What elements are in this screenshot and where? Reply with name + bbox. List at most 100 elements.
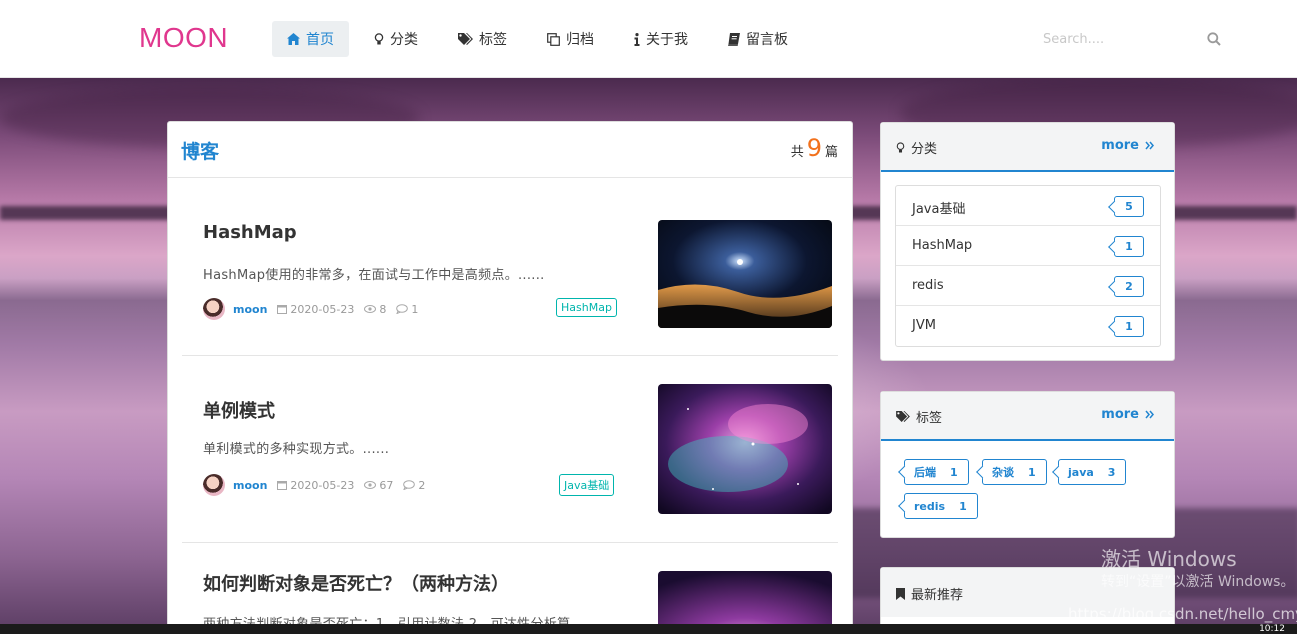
double-chevron-right-icon (1145, 410, 1154, 419)
category-count-badge: 1 (1114, 316, 1144, 337)
post-item[interactable]: 如何判断对象是否死亡？（两种方法） 两种方法判断对象是否死亡：1、引用计数法 2… (182, 543, 838, 634)
categories-title-text: 分类 (911, 142, 938, 157)
menu-item-guestbook[interactable]: 留言板 (713, 21, 803, 57)
tags-header: 标签 more (881, 392, 1174, 441)
category-name: Java基础 (912, 202, 966, 217)
post-title[interactable]: HashMap (203, 222, 297, 243)
menu-item-categories[interactable]: 分类 (359, 21, 433, 57)
category-item[interactable]: JVM 1 (896, 306, 1160, 346)
eye-icon (364, 481, 377, 489)
calendar-icon (277, 480, 288, 490)
menu-label-guestbook: 留言板 (746, 32, 788, 48)
site-logo[interactable]: MOON (139, 22, 228, 54)
post-title[interactable]: 如何判断对象是否死亡？（两种方法） (203, 570, 509, 596)
count-suffix: 篇 (824, 145, 838, 160)
categories-panel: 分类 more Java基础 5 HashMap 1 redis 2 JVM 1 (880, 122, 1175, 361)
home-icon (287, 33, 300, 45)
post-views: 67 (364, 479, 393, 492)
tag-name: redis (914, 499, 946, 513)
menu-label-categories: 分类 (390, 32, 418, 48)
search-icon[interactable] (1207, 31, 1221, 50)
post-item[interactable]: 单例模式 单利模式的多种实现方式。...... moon 2020-05-23 … (182, 356, 838, 543)
post-tag[interactable]: Java基础 (559, 474, 615, 496)
category-item[interactable]: Java基础 5 (896, 186, 1160, 226)
post-thumbnail[interactable] (658, 384, 832, 514)
post-description: HashMap使用的非常多，在面试与工作中是高频点。...... (203, 268, 545, 283)
tags-title: 标签 (896, 407, 942, 426)
tags-icon (896, 411, 910, 422)
activation-watermark-subtitle: 转到“设置”以激活 Windows。 (1101, 574, 1295, 590)
tag-count: 1 (950, 465, 958, 479)
tags-panel: 标签 more 后端 1 杂谈 1 java 3 redis 1 (880, 391, 1175, 538)
top-navbar: MOON 首页 分类 标签 归档 关于我 留言板 Search.... (0, 0, 1297, 78)
post-title[interactable]: 单例模式 (203, 397, 275, 423)
book-icon (728, 32, 740, 46)
menu-item-about[interactable]: 关于我 (619, 21, 703, 57)
tag-chip[interactable]: 杂谈 1 (982, 459, 1047, 485)
post-author[interactable]: moon (233, 479, 267, 492)
eye-icon (364, 305, 377, 313)
tags-title-text: 标签 (916, 411, 943, 426)
tag-chip[interactable]: redis 1 (904, 493, 978, 519)
categories-title: 分类 (896, 138, 937, 157)
comment-icon (403, 480, 416, 490)
post-comments: 2 (403, 479, 425, 492)
tag-chip[interactable]: java 3 (1058, 459, 1127, 485)
lightbulb-icon (374, 32, 384, 46)
search-box (1043, 28, 1223, 52)
menu-label-about: 关于我 (646, 32, 688, 48)
menu-item-archive[interactable]: 归档 (532, 21, 609, 57)
tags-icon (458, 33, 473, 45)
source-url-watermark: https://blog.csdn.net/hello_cmy (1068, 605, 1297, 623)
recommend-title-text: 最新推荐 (911, 588, 964, 603)
blog-title: 博客 (181, 141, 220, 163)
categories-more-link[interactable]: more (1101, 138, 1154, 153)
info-icon (634, 32, 640, 46)
count-number: 9 (806, 134, 822, 162)
menu-label-tags: 标签 (479, 32, 507, 48)
tag-count: 3 (1107, 465, 1116, 479)
category-item[interactable]: HashMap 1 (896, 226, 1160, 266)
double-chevron-right-icon (1145, 141, 1154, 150)
post-thumbnail[interactable] (658, 220, 832, 328)
post-views-count: 67 (379, 478, 394, 492)
tag-chip[interactable]: 后端 1 (904, 459, 969, 485)
menu-label-home: 首页 (306, 32, 334, 48)
post-comments-count: 2 (418, 478, 426, 492)
tag-name: 后端 (914, 466, 936, 479)
bookmark-icon (896, 587, 905, 600)
avatar (203, 298, 225, 320)
main-menu: 首页 分类 标签 归档 关于我 留言板 (272, 21, 813, 57)
post-date-text: 2020-05-23 (290, 478, 355, 492)
blog-count: 共 9 篇 (791, 134, 838, 162)
taskbar-clock: 10:12 (1259, 624, 1285, 634)
menu-label-archive: 归档 (566, 32, 594, 48)
blog-panel: 博客 共 9 篇 HashMap HashMap使用的非常多，在面试与工作中是高… (167, 121, 853, 634)
category-item[interactable]: redis 2 (896, 266, 1160, 306)
category-name: redis (912, 278, 944, 293)
post-tag[interactable]: HashMap (556, 298, 617, 317)
taskbar (0, 624, 1297, 634)
recommend-title: 最新推荐 (896, 584, 963, 603)
tag-name: java (1068, 465, 1094, 479)
calendar-icon (277, 304, 288, 314)
tags-more-link[interactable]: more (1101, 407, 1154, 422)
category-name: JVM (912, 318, 936, 333)
post-meta: moon 2020-05-23 67 2 (203, 474, 435, 496)
comment-icon (396, 304, 409, 314)
menu-item-tags[interactable]: 标签 (443, 21, 522, 57)
menu-item-home[interactable]: 首页 (272, 21, 349, 57)
category-count-badge: 1 (1114, 236, 1144, 257)
avatar (203, 474, 225, 496)
post-views: 8 (364, 303, 386, 316)
post-comments: 1 (396, 303, 418, 316)
tag-count: 1 (959, 499, 967, 513)
blog-header: 博客 共 9 篇 (168, 122, 852, 178)
search-input[interactable] (1043, 32, 1203, 47)
post-author[interactable]: moon (233, 303, 267, 316)
activation-watermark-title: 激活 Windows (1101, 547, 1237, 571)
post-date: 2020-05-23 (277, 479, 354, 492)
tag-name: 杂谈 (992, 466, 1014, 479)
post-item[interactable]: HashMap HashMap使用的非常多，在面试与工作中是高频点。......… (182, 178, 838, 356)
categories-list: Java基础 5 HashMap 1 redis 2 JVM 1 (895, 185, 1161, 347)
